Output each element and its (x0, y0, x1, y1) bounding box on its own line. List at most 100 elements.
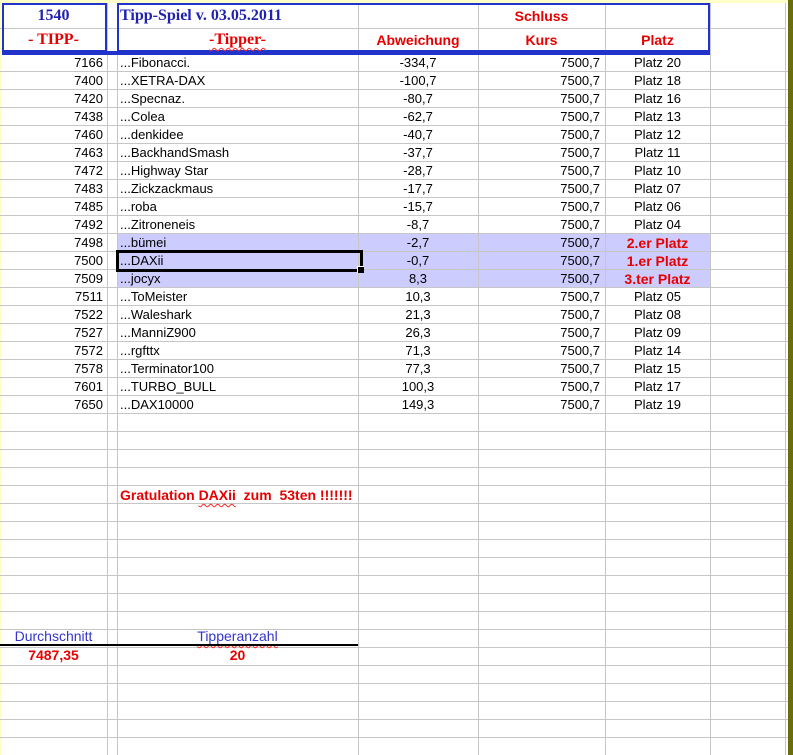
cell-abweichung[interactable]: 8,3 (358, 270, 478, 288)
cell-platz[interactable]: 2.er Platz (605, 234, 710, 252)
cell-tipp[interactable]: 7500 (0, 252, 103, 270)
cell-platz[interactable]: Platz 15 (605, 360, 710, 378)
congratulation-message[interactable]: Gratulation DAXii zum 53ten !!!!!!! (120, 486, 353, 504)
cell-kurs[interactable]: 7500,7 (478, 306, 600, 324)
cell-tipp[interactable]: 7601 (0, 378, 103, 396)
cell-abweichung[interactable]: -2,7 (358, 234, 478, 252)
cell-abweichung[interactable]: 149,3 (358, 396, 478, 414)
cell-platz[interactable]: Platz 20 (605, 54, 710, 72)
cell-kurs[interactable]: 7500,7 (478, 396, 600, 414)
cell-platz[interactable]: Platz 18 (605, 72, 710, 90)
cell-platz[interactable]: Platz 17 (605, 378, 710, 396)
cell-tipp[interactable]: 7578 (0, 360, 103, 378)
cell-platz[interactable]: Platz 13 (605, 108, 710, 126)
cell-platz[interactable]: Platz 04 (605, 216, 710, 234)
header-cell-title[interactable]: Tipp-Spiel v. 03.05.2011 (120, 4, 282, 28)
cell-tipp[interactable]: 7420 (0, 90, 103, 108)
cell-abweichung[interactable]: -100,7 (358, 72, 478, 90)
cell-tipper[interactable]: ...TURBO_BULL (120, 378, 356, 396)
cell-kurs[interactable]: 7500,7 (478, 270, 600, 288)
cell-kurs[interactable]: 7500,7 (478, 144, 600, 162)
cell-tipp[interactable]: 7472 (0, 162, 103, 180)
cell-platz[interactable]: 1.er Platz (605, 252, 710, 270)
cell-platz[interactable]: Platz 16 (605, 90, 710, 108)
tipperanzahl-label[interactable]: Tipperanzahl (117, 627, 358, 645)
cell-tipp[interactable]: 7509 (0, 270, 103, 288)
cell-platz[interactable]: Platz 14 (605, 342, 710, 360)
cell-tipper[interactable]: ...Zickzackmaus (120, 180, 356, 198)
cell-kurs[interactable]: 7500,7 (478, 54, 600, 72)
cell-tipp[interactable]: 7166 (0, 54, 103, 72)
tipperanzahl-value[interactable]: 20 (117, 646, 358, 664)
cell-abweichung[interactable]: -62,7 (358, 108, 478, 126)
cell-platz[interactable]: Platz 05 (605, 288, 710, 306)
cell-platz[interactable]: Platz 08 (605, 306, 710, 324)
cell-abweichung[interactable]: -0,7 (358, 252, 478, 270)
cell-tipp[interactable]: 7527 (0, 324, 103, 342)
cell-abweichung[interactable]: 26,3 (358, 324, 478, 342)
cell-tipp[interactable]: 7511 (0, 288, 103, 306)
cell-tipper[interactable]: ...XETRA-DAX (120, 72, 356, 90)
cell-kurs[interactable]: 7500,7 (478, 198, 600, 216)
cell-tipper[interactable]: ...jocyx (120, 270, 356, 288)
cell-tipper[interactable]: ...Terminator100 (120, 360, 356, 378)
cell-tipper[interactable]: ...Colea (120, 108, 356, 126)
cell-tipper[interactable]: ...Zitroneneis (120, 216, 356, 234)
cell-kurs[interactable]: 7500,7 (478, 360, 600, 378)
cell-abweichung[interactable]: 100,3 (358, 378, 478, 396)
cell-kurs[interactable]: 7500,7 (478, 288, 600, 306)
cell-abweichung[interactable]: 71,3 (358, 342, 478, 360)
cell-platz[interactable]: Platz 19 (605, 396, 710, 414)
cell-tipp[interactable]: 7498 (0, 234, 103, 252)
cell-kurs[interactable]: 7500,7 (478, 162, 600, 180)
cell-tipp[interactable]: 7400 (0, 72, 103, 90)
column-header-tipper[interactable]: -Tipper- (117, 28, 358, 52)
header-cell-tipp-number[interactable]: 1540 (0, 4, 107, 28)
cell-abweichung[interactable]: 21,3 (358, 306, 478, 324)
cell-tipper[interactable]: ...Fibonacci. (120, 54, 356, 72)
cell-kurs[interactable]: 7500,7 (478, 324, 600, 342)
column-header-abweichung[interactable]: Abweichung (358, 28, 478, 52)
cell-kurs[interactable]: 7500,7 (478, 342, 600, 360)
cell-platz[interactable]: Platz 07 (605, 180, 710, 198)
cell-abweichung[interactable]: -40,7 (358, 126, 478, 144)
durchschnitt-label[interactable]: Durchschnitt (0, 627, 107, 645)
durchschnitt-value[interactable]: 7487,35 (0, 646, 107, 664)
cell-kurs[interactable]: 7500,7 (478, 378, 600, 396)
cell-abweichung[interactable]: -28,7 (358, 162, 478, 180)
cell-tipper[interactable]: ...ToMeister (120, 288, 356, 306)
cell-kurs[interactable]: 7500,7 (478, 234, 600, 252)
cell-platz[interactable]: Platz 10 (605, 162, 710, 180)
cell-tipper[interactable]: ...BackhandSmash (120, 144, 356, 162)
cell-kurs[interactable]: 7500,7 (478, 252, 600, 270)
cell-abweichung[interactable]: -80,7 (358, 90, 478, 108)
cell-abweichung[interactable]: -8,7 (358, 216, 478, 234)
cell-tipper[interactable]: ...rgfttx (120, 342, 356, 360)
cell-abweichung[interactable]: -334,7 (358, 54, 478, 72)
cell-abweichung[interactable]: 10,3 (358, 288, 478, 306)
cell-platz[interactable]: Platz 11 (605, 144, 710, 162)
cell-tipp[interactable]: 7492 (0, 216, 103, 234)
cell-tipp[interactable]: 7460 (0, 126, 103, 144)
cell-platz[interactable]: Platz 12 (605, 126, 710, 144)
cell-tipper[interactable]: ...denkidee (120, 126, 356, 144)
header-cell-schluss[interactable]: Schluss (478, 4, 605, 28)
cell-tipp[interactable]: 7438 (0, 108, 103, 126)
column-header-platz[interactable]: Platz (605, 28, 710, 52)
cell-platz[interactable]: Platz 09 (605, 324, 710, 342)
cell-kurs[interactable]: 7500,7 (478, 216, 600, 234)
cell-kurs[interactable]: 7500,7 (478, 72, 600, 90)
cell-platz[interactable]: Platz 06 (605, 198, 710, 216)
cell-tipp[interactable]: 7650 (0, 396, 103, 414)
cell-tipper[interactable]: ...ManniZ900 (120, 324, 356, 342)
cell-tipp[interactable]: 7463 (0, 144, 103, 162)
cell-tipper[interactable]: ...roba (120, 198, 356, 216)
cell-kurs[interactable]: 7500,7 (478, 108, 600, 126)
cell-tipp[interactable]: 7483 (0, 180, 103, 198)
cell-tipper[interactable]: ...Specnaz. (120, 90, 356, 108)
cell-tipper[interactable]: ...DAX10000 (120, 396, 356, 414)
cell-kurs[interactable]: 7500,7 (478, 180, 600, 198)
cell-abweichung[interactable]: -37,7 (358, 144, 478, 162)
cell-platz[interactable]: 3.ter Platz (605, 270, 710, 288)
cell-kurs[interactable]: 7500,7 (478, 126, 600, 144)
